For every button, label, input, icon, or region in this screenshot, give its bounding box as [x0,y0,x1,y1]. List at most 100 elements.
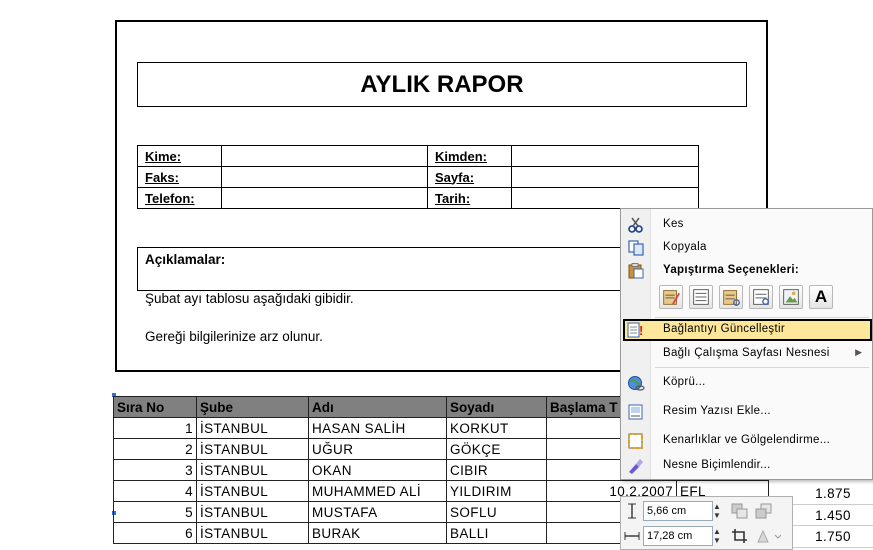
label-tarih: Tarih: [427,187,512,209]
value-telefon[interactable] [221,187,428,209]
col-header-sira-no: Sıra No [113,396,197,418]
rotate-icon[interactable] [755,528,781,544]
cell-sira-no[interactable]: 5 [113,501,197,523]
menu-item-insert-caption[interactable]: Resim Yazısı Ekle... [623,401,872,423]
label-telefon: Telefon: [137,187,222,209]
cell-soyadi[interactable]: KORKUT [446,417,547,439]
scissors-icon [628,217,643,233]
svg-text:!: ! [639,323,643,338]
cell-sube[interactable]: İSTANBUL [196,501,309,523]
cell-sira-no[interactable]: 6 [113,522,197,544]
shape-height-input[interactable] [643,501,713,521]
label-kimden: Kimden: [427,145,512,167]
paste-option-keep-source[interactable] [659,285,683,309]
cell-sira-no[interactable]: 4 [113,480,197,502]
paste-option-link-destination[interactable] [749,285,773,309]
paste-option-picture[interactable] [779,285,803,309]
paste-picture-icon [783,289,799,305]
borders-icon [628,433,643,449]
cell-soyadi[interactable]: SOFLU [446,501,547,523]
cell-adi[interactable]: BURAK [308,522,447,544]
label-faks: Faks: [137,166,222,188]
cell-sira-no[interactable]: 1 [113,417,197,439]
cell-adi[interactable]: UĞUR [308,438,447,460]
cell-soyadi[interactable]: GÖKÇE [446,438,547,460]
copy-icon [628,240,644,256]
menu-separator [655,367,869,368]
context-menu: Kes Kopyala Yapıştırma Seçenekleri: A ! … [620,208,873,480]
value-kimden[interactable] [511,145,699,167]
paste-link-format-icon [723,290,740,306]
paste-option-use-destination[interactable] [689,285,713,309]
menu-header-paste-options: Yapıştırma Seçenekleri: [623,260,872,282]
menu-item-copy[interactable]: Kopyala [623,237,872,259]
menu-item-update-link[interactable]: ! Bağlantıyı Güncelleştir [623,319,872,341]
crop-icon[interactable] [731,528,749,544]
value-kime[interactable] [221,145,428,167]
report-title: AYLIK RAPOR [137,62,747,107]
menu-item-hyperlink[interactable]: Köprü... [623,372,872,394]
format-object-icon [629,459,643,474]
menu-label-copy: Kopyala [663,241,707,253]
label-sayfa: Sayfa: [427,166,512,188]
bring-forward-icon[interactable] [731,503,749,519]
update-link-icon: ! [627,322,643,338]
menu-item-linked-worksheet-object[interactable]: Bağlı Çalışma Sayfası Nesnesi ▶ [623,343,872,365]
side-values-column: 1.875 1.450 1.750 [793,483,873,548]
cell-soyadi[interactable]: YILDIRIM [446,480,547,502]
height-spinner[interactable]: ▲ ▼ [713,502,723,520]
menu-label-update-link: Bağlantıyı Güncelleştir [663,323,785,335]
menu-label-insert-caption: Resim Yazısı Ekle... [663,405,771,417]
height-icon [628,503,636,519]
paste-text-only-label: A [814,287,828,306]
picture-size-toolbar: ▲▼ ▲▼ [620,496,793,550]
col-header-adi: Adı [308,396,447,418]
cell-adi[interactable]: MUSTAFA [308,501,447,523]
value-sayfa[interactable] [511,166,699,188]
caption-icon [628,404,643,420]
side-value-cell: 1.750 [793,526,873,548]
side-value-cell: 1.875 [793,483,873,505]
value-faks[interactable] [221,166,428,188]
shape-width-input[interactable] [643,526,713,546]
menu-label-linked-object: Bağlı Çalışma Sayfası Nesnesi [663,347,830,359]
cell-sube[interactable]: İSTANBUL [196,438,309,460]
menu-label-format-object: Nesne Biçimlendir... [663,459,771,471]
cell-adi[interactable]: HASAN SALİH [308,417,447,439]
width-spinner[interactable]: ▲ ▼ [713,527,723,545]
cell-soyadi[interactable]: CIBIR [446,459,547,481]
notes-label: Açıklamalar: [145,252,226,267]
menu-separator [655,317,869,318]
info-table: Kime: Kimden: Faks: Sayfa: Telefon: Tari… [137,145,699,209]
width-icon [624,532,640,540]
menu-item-format-object[interactable]: Nesne Biçimlendir... [623,455,872,477]
paste-option-text-only[interactable]: A [809,285,833,309]
col-header-soyadi: Soyadı [446,396,547,418]
body-line-2: Gereği bilgilerinize arz olunur. [145,329,323,344]
cell-soyadi[interactable]: BALLI [446,522,547,544]
paste-table-icon [693,289,709,305]
body-line-1: Şubat ayı tablosu aşağıdaki gibidir. [145,291,354,306]
cell-adi[interactable]: OKAN [308,459,447,481]
menu-label-paste-header: Yapıştırma Seçenekleri: [663,264,800,276]
cell-sube[interactable]: İSTANBUL [196,522,309,544]
cell-sira-no[interactable]: 3 [113,459,197,481]
menu-label-hyperlink: Köprü... [663,376,706,388]
clipboard-icon [628,263,644,279]
globe-link-icon [628,376,645,391]
label-kime: Kime: [137,145,222,167]
menu-label-borders-shading: Kenarlıklar ve Gölgelendirme... [663,434,831,446]
paste-option-link-keep[interactable] [719,285,743,309]
menu-label-cut: Kes [663,218,684,230]
cell-sira-no[interactable]: 2 [113,438,197,460]
menu-item-cut[interactable]: Kes [623,214,872,236]
side-value-cell: 1.450 [793,505,873,526]
menu-item-borders-shading[interactable]: Kenarlıklar ve Gölgelendirme... [623,430,872,452]
paste-keep-format-icon [663,290,681,305]
send-backward-icon[interactable] [755,503,773,519]
cell-adi[interactable]: MUHAMMED ALİ [308,480,447,502]
value-tarih[interactable] [511,187,699,209]
cell-sube[interactable]: İSTANBUL [196,459,309,481]
cell-sube[interactable]: İSTANBUL [196,480,309,502]
cell-sube[interactable]: İSTANBUL [196,417,309,439]
